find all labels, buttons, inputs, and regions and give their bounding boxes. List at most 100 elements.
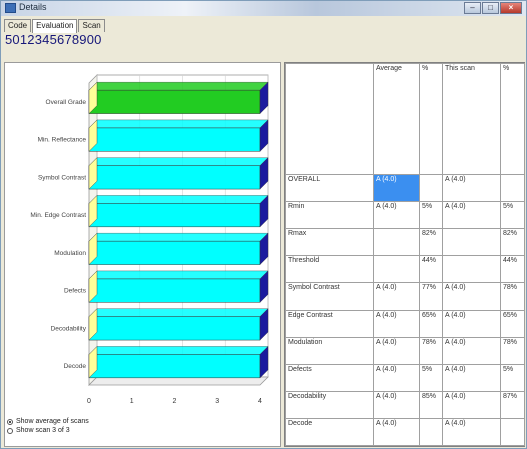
bar [88, 354, 261, 379]
scan-percent-cell[interactable] [500, 174, 525, 203]
radio-average-option[interactable]: Show average of scans [7, 417, 89, 426]
average-grade-cell[interactable]: A (4.0) [373, 336, 420, 365]
average-percent-cell[interactable]: 5% [419, 363, 443, 392]
table-row[interactable]: Defects A (4.0) 5% A (4.0) 5% [285, 363, 525, 392]
row-label-cell[interactable]: Edge Contrast [285, 309, 374, 338]
row-label-cell[interactable]: Symbol Contrast [285, 282, 374, 311]
scan-percent-cell[interactable]: 78% [500, 282, 525, 311]
row-label-cell[interactable]: Modulation [285, 336, 374, 365]
table-row[interactable]: Threshold 44% 44% [285, 255, 525, 284]
table-row[interactable]: Decodability A (4.0) 85% A (4.0) 87% [285, 390, 525, 419]
row-label-cell[interactable]: OVERALL [285, 174, 374, 203]
bar [88, 203, 261, 228]
radio-average-label: Show average of scans [16, 418, 89, 425]
x-tick-label: 2 [173, 398, 177, 405]
table-row[interactable]: Decode A (4.0) A (4.0) [285, 417, 525, 447]
average-percent-cell[interactable]: 44% [419, 255, 443, 284]
scan-grade-cell[interactable]: A (4.0) [442, 309, 501, 338]
average-grade-cell[interactable]: A (4.0) [373, 201, 420, 230]
average-grade-cell[interactable] [373, 255, 420, 284]
x-tick-label: 1 [130, 398, 134, 405]
average-percent-cell[interactable] [419, 174, 443, 203]
scan-percent-cell[interactable]: 87% [500, 390, 525, 419]
radio-scan-label: Show scan 3 of 3 [16, 427, 70, 434]
radio-average-dot[interactable] [7, 418, 13, 425]
scan-percent-cell[interactable] [500, 417, 525, 447]
average-grade-cell[interactable]: A (4.0) [373, 309, 420, 338]
average-grade-cell[interactable]: A (4.0) [373, 363, 420, 392]
scan-grade-cell[interactable] [442, 255, 501, 284]
table-row[interactable]: Rmax 82% 82% [285, 228, 525, 257]
scan-grade-cell[interactable]: A (4.0) [442, 174, 501, 203]
x-tick-label: 0 [87, 398, 91, 405]
average-percent-cell[interactable]: 78% [419, 336, 443, 365]
average-grade-cell[interactable]: A (4.0) [373, 417, 420, 447]
average-percent-cell[interactable]: 65% [419, 309, 443, 338]
scan-grade-cell[interactable]: A (4.0) [442, 336, 501, 365]
bar [88, 165, 261, 190]
scan-percent-cell[interactable]: 5% [500, 363, 525, 392]
average-grade-cell[interactable] [373, 228, 420, 257]
table-row[interactable]: Rmin A (4.0) 5% A (4.0) 5% [285, 201, 525, 230]
radio-scan-option[interactable]: Show scan 3 of 3 [7, 426, 89, 435]
row-label-cell[interactable]: Threshold [285, 255, 374, 284]
results-grid[interactable]: Average % This scan % OVERALL A (4.0) A (4… [284, 62, 525, 447]
tab-code[interactable]: Code [4, 19, 32, 32]
row-label-cell[interactable]: Rmax [285, 228, 374, 257]
category-label: Symbol Contrast [38, 174, 86, 181]
bar-top-face [88, 308, 269, 317]
scan-grade-cell[interactable]: A (4.0) [442, 282, 501, 311]
radio-scan-dot[interactable] [7, 427, 13, 434]
average-percent-cell[interactable]: 82% [419, 228, 443, 257]
scan-percent-cell[interactable]: 82% [500, 228, 525, 257]
scan-percent-cell[interactable]: 65% [500, 309, 525, 338]
tab-scan[interactable]: Scan [78, 19, 105, 32]
scan-grade-cell[interactable] [442, 228, 501, 257]
header-average-percent: % [419, 62, 443, 176]
row-label-cell[interactable]: Defects [285, 363, 374, 392]
scan-options: Show average of scans Show scan 3 of 3 [7, 417, 89, 435]
bar-top-face [88, 119, 269, 129]
table-row[interactable]: Symbol Contrast A (4.0) 77% A (4.0) 78% [285, 282, 525, 311]
scan-grade-cell[interactable]: A (4.0) [442, 363, 501, 392]
row-label-cell[interactable]: Decode [285, 417, 374, 447]
header-corner-cell [285, 62, 374, 176]
bar [88, 278, 261, 303]
barcode-number: 5012345678900 [5, 32, 102, 47]
scan-grade-cell[interactable]: A (4.0) [442, 201, 501, 230]
grade-chart: 0 1 2 3 4 Overall Grade Min. Reflectance Symbol… [30, 74, 269, 405]
minimize-button[interactable]: – [464, 2, 481, 14]
header-this-scan: This scan [442, 62, 501, 176]
scan-percent-cell[interactable]: 44% [500, 255, 525, 284]
chart-floor [88, 376, 269, 386]
average-grade-cell[interactable]: A (4.0) [373, 282, 420, 311]
average-percent-cell[interactable]: 5% [419, 201, 443, 230]
close-button[interactable]: × [500, 2, 522, 14]
average-grade-cell[interactable]: A (4.0) [373, 390, 420, 419]
maximize-button[interactable]: □ [482, 2, 499, 14]
scan-grade-cell[interactable]: A (4.0) [442, 390, 501, 419]
average-percent-cell[interactable] [419, 417, 443, 447]
category-label: Decodability [51, 325, 87, 332]
scan-percent-cell[interactable]: 5% [500, 201, 525, 230]
title-bar[interactable]: Details – □ × [1, 1, 526, 16]
category-label: Defects [64, 288, 87, 295]
average-percent-cell[interactable]: 85% [419, 390, 443, 419]
tab-evaluation[interactable]: Evaluation [32, 19, 78, 33]
table-body: OVERALL A (4.0) A (4.0) Rmin A (4.0) 5% A (4.0… [285, 174, 525, 447]
table-row[interactable]: Edge Contrast A (4.0) 65% A (4.0) 65% [285, 309, 525, 338]
table-row[interactable]: OVERALL A (4.0) A (4.0) [285, 174, 525, 203]
category-label: Overall Grade [46, 99, 87, 106]
average-grade-cell[interactable]: A (4.0) [373, 174, 420, 203]
scan-grade-cell[interactable]: A (4.0) [442, 417, 501, 447]
scan-percent-cell[interactable]: 78% [500, 336, 525, 365]
row-label-cell[interactable]: Decodability [285, 390, 374, 419]
x-tick-label: 3 [215, 398, 219, 405]
bar-top-face [88, 195, 269, 204]
category-label: Modulation [54, 250, 86, 257]
row-label-cell[interactable]: Rmin [285, 201, 374, 230]
average-percent-cell[interactable]: 77% [419, 282, 443, 311]
table-row[interactable]: Modulation A (4.0) 78% A (4.0) 78% [285, 336, 525, 365]
bar [88, 240, 261, 265]
category-label: Min. Edge Contrast [30, 212, 86, 219]
